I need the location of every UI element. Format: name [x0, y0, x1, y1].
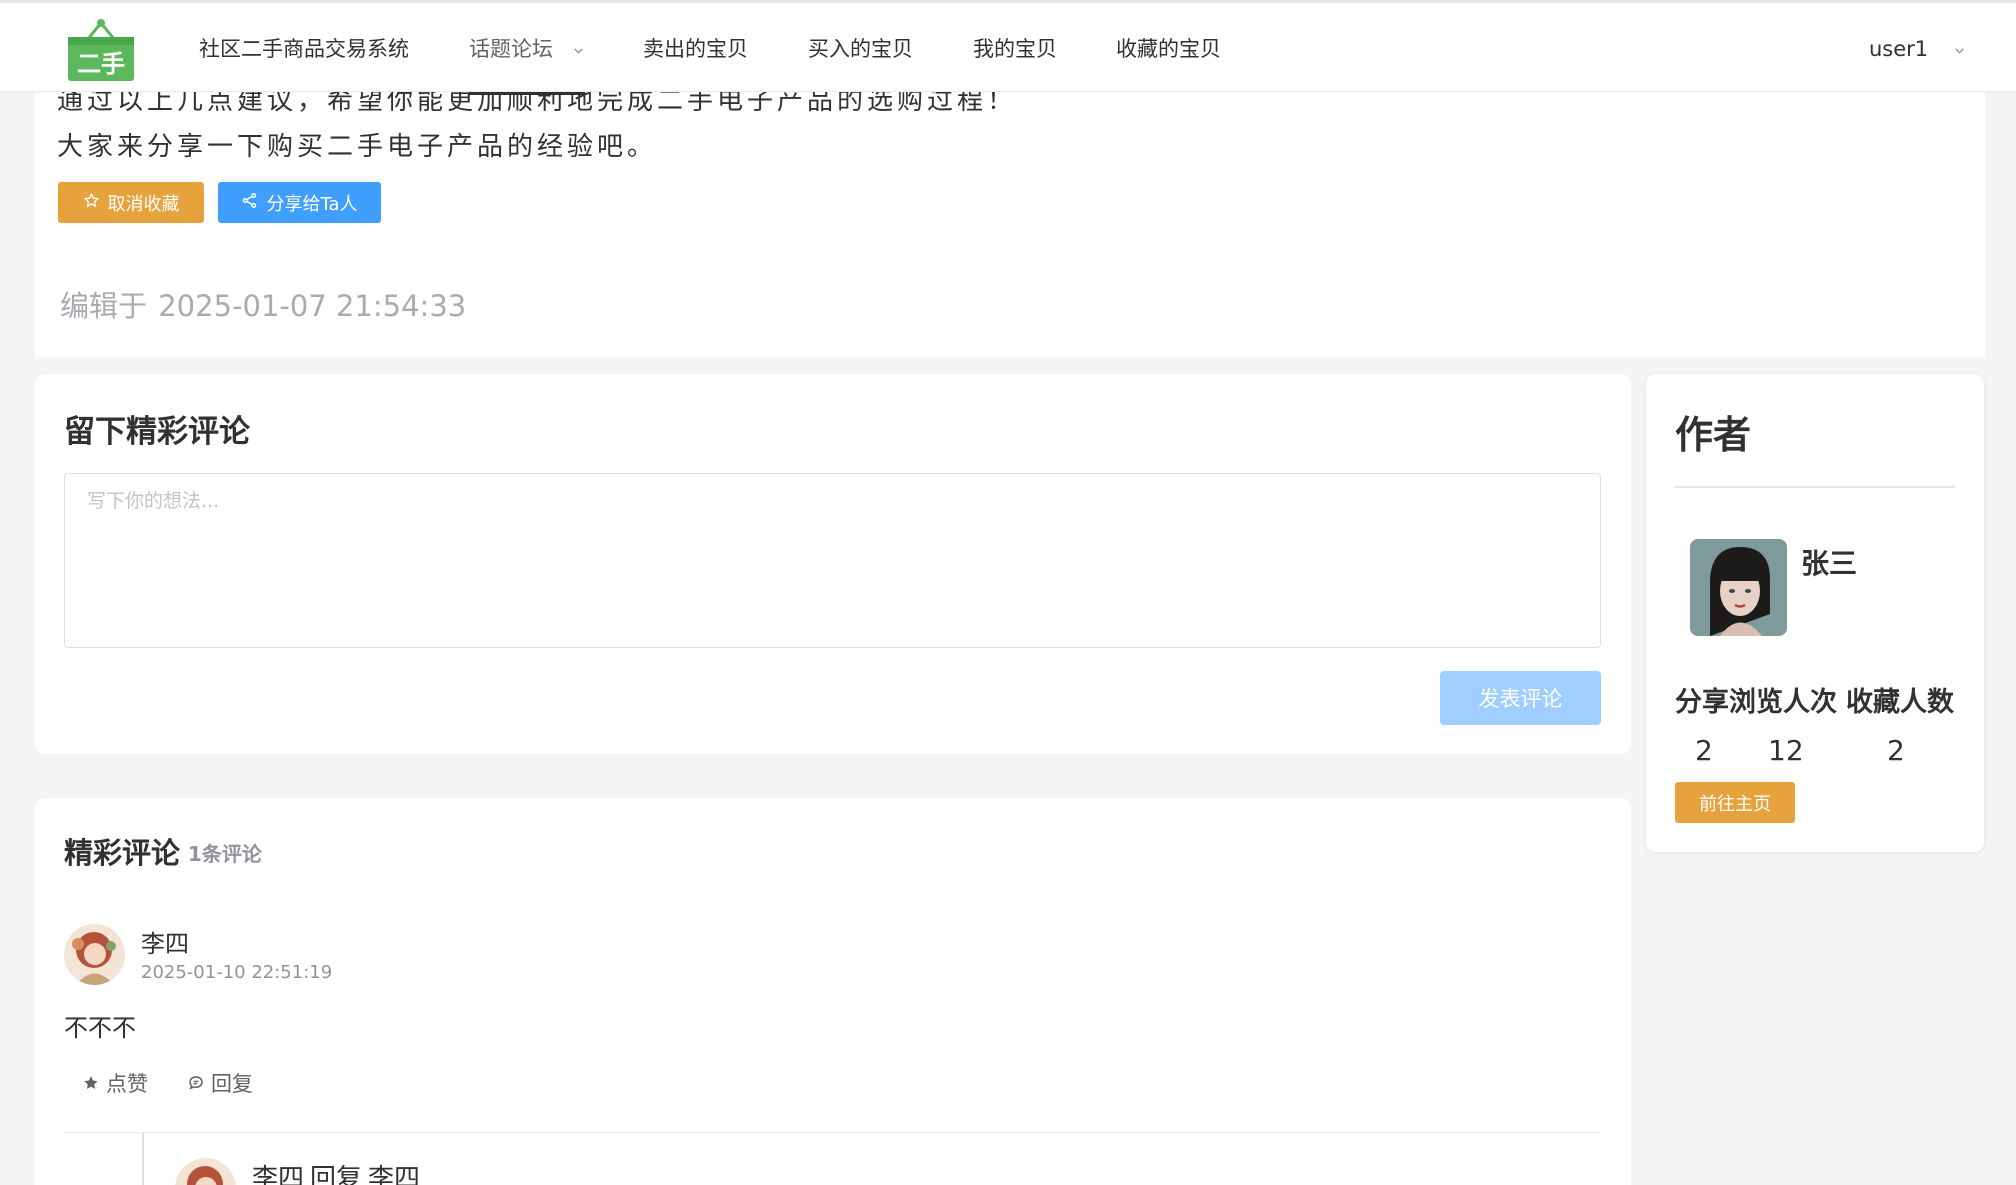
star-icon: [84, 1076, 98, 1089]
go-to-homepage-button[interactable]: 前往主页: [1675, 782, 1795, 823]
comment-form-card: 留下精彩评论 发表评论: [35, 374, 1631, 754]
divider: [1675, 486, 1955, 488]
logo-text: 二手: [77, 50, 125, 78]
avatar[interactable]: [1690, 539, 1787, 636]
comment-input[interactable]: [64, 473, 1601, 648]
author-card-title: 作者: [1675, 413, 1752, 457]
edited-time: 2025-01-07 21:54:33: [158, 289, 467, 323]
stat-value: 12: [1768, 734, 1804, 767]
stat-value: 2: [1695, 734, 1713, 767]
share-label: 分享给Ta人: [266, 193, 358, 215]
stat-label: 收藏人数: [1846, 687, 1954, 718]
nav-bought-items[interactable]: 买入的宝贝: [808, 3, 913, 95]
star-outline-icon: [83, 191, 100, 214]
nav-home[interactable]: 社区二手商品交易系统: [199, 3, 409, 95]
reply-button[interactable]: 回复: [187, 1068, 253, 1098]
divider: [64, 1132, 1601, 1133]
stat-label: 分享浏览人次: [1675, 687, 1837, 718]
edited-timestamp: 编辑于 2025-01-07 21:54:33: [58, 283, 466, 325]
chevron-down-icon: [1955, 47, 1964, 54]
avatar[interactable]: [175, 1158, 236, 1185]
reply-word: 回复: [310, 1164, 363, 1185]
comments-count: 1条评论: [188, 842, 262, 866]
unfavorite-label: 取消收藏: [107, 193, 180, 215]
author-name[interactable]: 张三: [1801, 542, 1857, 582]
comment-form-title: 留下精彩评论: [64, 414, 250, 450]
reply-label: 回复: [211, 1072, 253, 1096]
nav-sold-items[interactable]: 卖出的宝贝: [643, 3, 748, 95]
comments-title: 精彩评论: [64, 836, 181, 870]
nav-topic-forum-label: 话题论坛: [469, 37, 553, 61]
author-card: 作者 张三 分享浏览人次 收藏人数 2 12 2 前往主页: [1646, 374, 1984, 852]
chevron-down-icon: [573, 47, 583, 54]
app-logo[interactable]: 二手: [66, 17, 136, 83]
share-icon: [241, 192, 258, 214]
edited-prefix: 编辑于: [60, 289, 148, 323]
reply-author[interactable]: 李四: [252, 1164, 304, 1185]
unfavorite-button[interactable]: 取消收藏: [58, 182, 204, 223]
like-label: 点赞: [106, 1072, 148, 1096]
share-button[interactable]: 分享给Ta人: [218, 182, 381, 223]
nav-favorite-items[interactable]: 收藏的宝贝: [1116, 3, 1221, 95]
nav-my-items[interactable]: 我的宝贝: [973, 3, 1057, 95]
nav-topic-forum[interactable]: 话题论坛: [469, 3, 585, 95]
like-button[interactable]: 点赞: [82, 1068, 148, 1098]
comment-time: 2025-01-10 22:51:19: [141, 962, 333, 983]
top-navbar: 二手 社区二手商品交易系统 话题论坛 卖出的宝贝 买入的宝贝 我的宝贝 收藏的宝…: [0, 0, 2016, 95]
username: user1: [1869, 37, 1929, 61]
comment-author[interactable]: 李四: [141, 924, 189, 959]
author-stat-labels: 分享浏览人次 收藏人数: [1675, 680, 1954, 719]
avatar[interactable]: [64, 924, 125, 985]
reply-header: 李四 回复 李四: [252, 1158, 426, 1185]
stat-value: 2: [1887, 734, 1905, 767]
reply-thread-bar: [142, 1133, 144, 1185]
comments-list-card: 精彩评论 1条评论 李四 2025-01-10 22:51:19 不不不 点赞 …: [35, 798, 1631, 1185]
reply-target[interactable]: 李四: [368, 1164, 420, 1185]
article-text-line: 大家来分享一下购买二手电子产品的经验吧。: [57, 132, 658, 162]
comment-text: 不不不: [64, 1014, 136, 1042]
post-comment-button[interactable]: 发表评论: [1440, 671, 1601, 725]
user-menu[interactable]: user1: [1869, 3, 1966, 95]
chat-bubble-icon: [189, 1076, 203, 1090]
